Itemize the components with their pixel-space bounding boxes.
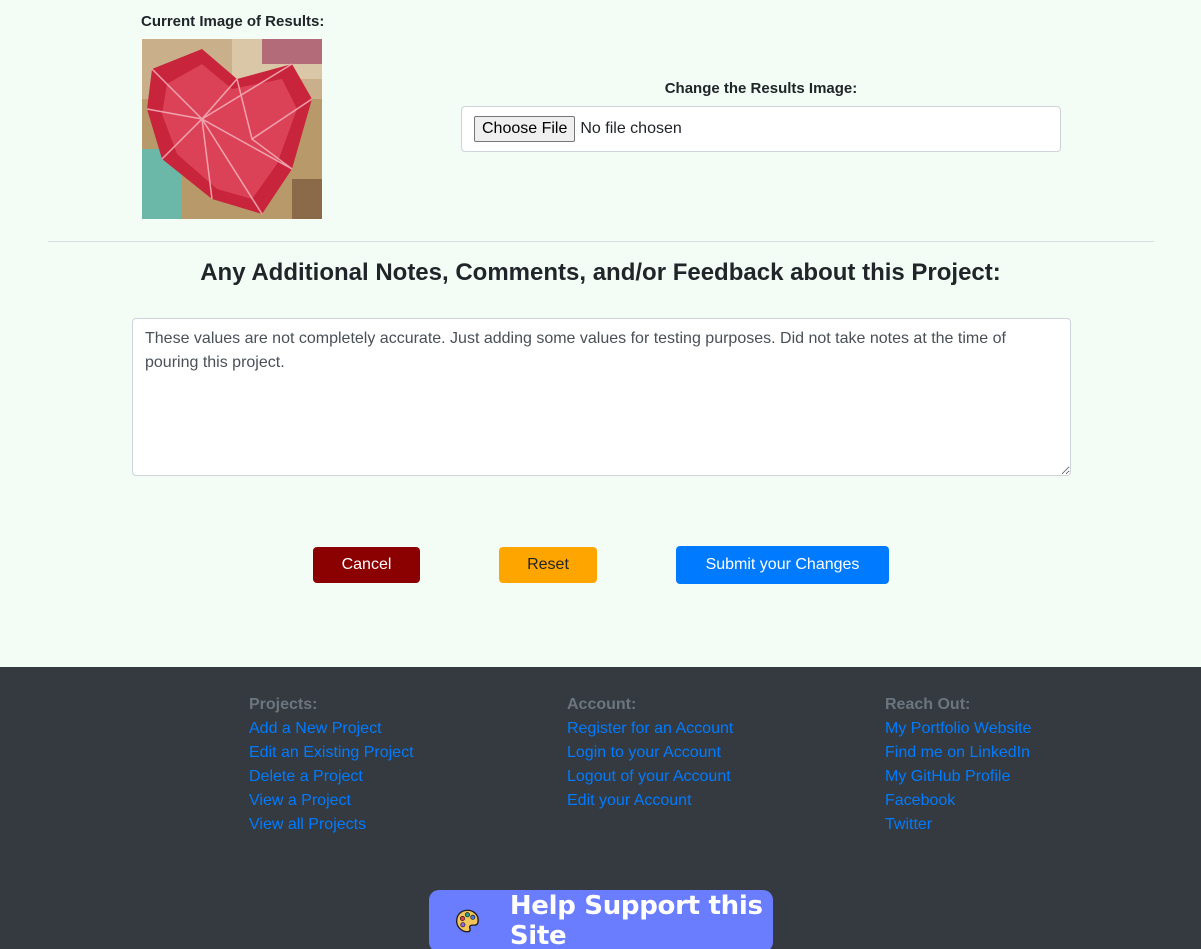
cancel-button[interactable]: Cancel [313,547,420,583]
change-image-label: Change the Results Image: [664,80,858,97]
footer-link-view-project[interactable]: View a Project [249,789,414,813]
footer-link-github[interactable]: My GitHub Profile [885,765,1031,789]
footer-link-edit-project[interactable]: Edit an Existing Project [249,741,414,765]
footer-link-logout[interactable]: Logout of your Account [567,765,733,789]
footer-link-delete-project[interactable]: Delete a Project [249,765,414,789]
footer-link-linkedin[interactable]: Find me on LinkedIn [885,741,1031,765]
section-divider [48,241,1154,242]
notes-textarea[interactable]: These values are not completely accurate… [132,318,1071,476]
help-support-button[interactable]: Help Support this Site [429,890,773,949]
footer-link-login[interactable]: Login to your Account [567,741,733,765]
notes-heading: Any Additional Notes, Comments, and/or F… [200,259,1001,286]
palette-icon [455,909,479,933]
current-image-label: Current Image of Results: [141,13,325,30]
footer-link-facebook[interactable]: Facebook [885,789,1031,813]
choose-file-button[interactable]: Choose File [474,116,576,142]
footer-link-twitter[interactable]: Twitter [885,813,1031,837]
footer-reach-column: Reach Out: My Portfolio Website Find me … [885,693,1031,837]
file-input[interactable]: Choose File No file chosen [461,106,1061,152]
reset-button[interactable]: Reset [499,547,597,583]
footer-reach-title: Reach Out: [885,696,971,713]
results-image [142,39,322,219]
submit-changes-button[interactable]: Submit your Changes [676,546,889,584]
footer-projects-column: Projects: Add a New Project Edit an Exis… [249,693,414,837]
footer-account-title: Account: [567,696,637,713]
footer-link-register[interactable]: Register for an Account [567,717,733,741]
footer-link-add-project[interactable]: Add a New Project [249,717,414,741]
file-status: No file chosen [580,120,682,137]
footer-account-column: Account: Register for an Account Login t… [567,693,733,813]
footer-link-view-all-projects[interactable]: View all Projects [249,813,414,837]
footer-link-portfolio[interactable]: My Portfolio Website [885,717,1031,741]
footer-projects-title: Projects: [249,696,318,713]
help-support-label: Help Support this Site [509,891,763,949]
footer-link-edit-account[interactable]: Edit your Account [567,789,733,813]
